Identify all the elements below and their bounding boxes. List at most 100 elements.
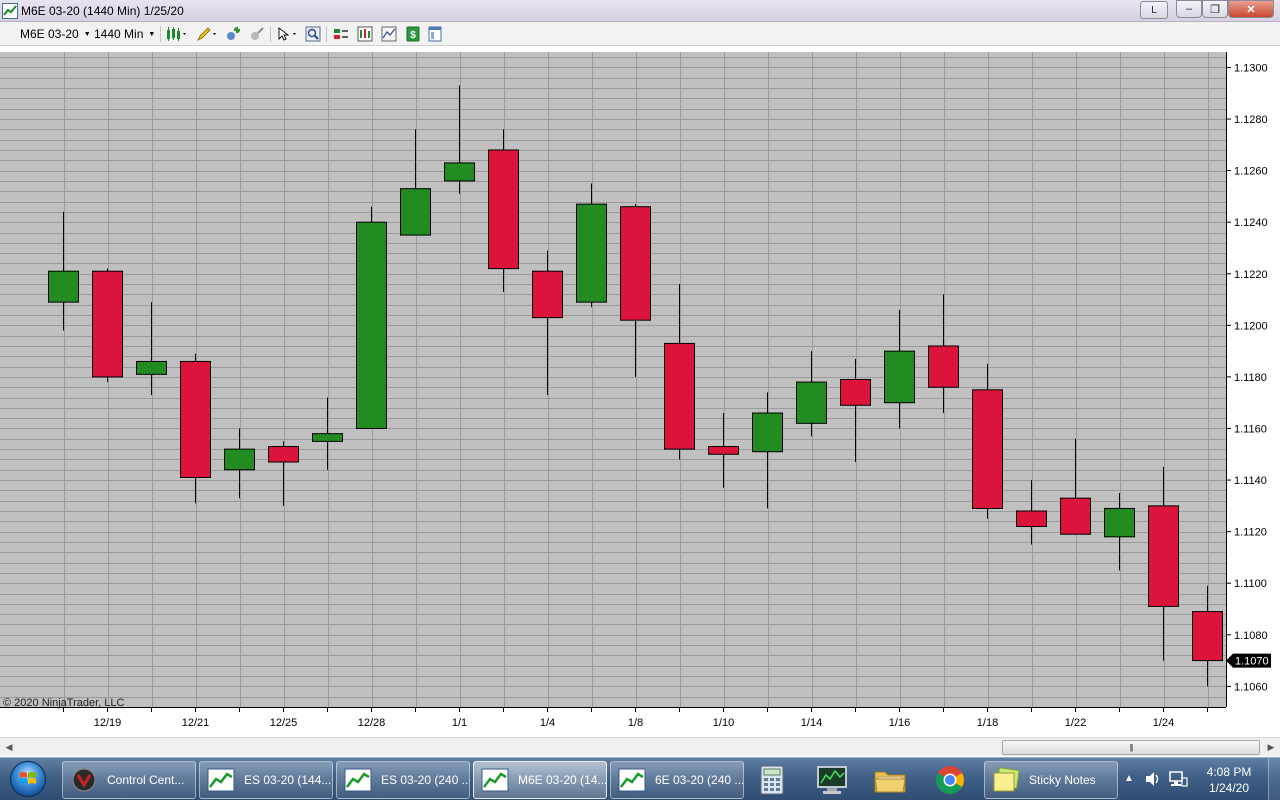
toolbar-divider bbox=[326, 26, 327, 42]
chart-scrollbar[interactable]: ◀ ||| ▶ bbox=[0, 737, 1280, 756]
instrument-selector[interactable]: M6E 03-20 ▼ bbox=[20, 25, 91, 43]
price-axis-label: 1.1300 bbox=[1234, 62, 1268, 74]
time-axis-label: 12/19 bbox=[94, 717, 122, 729]
ninjatrader-icon bbox=[69, 767, 99, 793]
chart-app-icon bbox=[2, 3, 18, 19]
taskbar-button-es-240[interactable]: ES 03-20 (240 ... bbox=[336, 761, 470, 799]
windows-logo-icon bbox=[10, 761, 46, 797]
zoom-icon[interactable] bbox=[304, 25, 322, 43]
instrument-label: M6E 03-20 bbox=[20, 27, 79, 41]
taskbar-button-label: Control Cent... bbox=[107, 773, 185, 787]
windows-taskbar: Control Cent... ES 03-20 (144... ES 03-2… bbox=[0, 757, 1280, 800]
toolbar-divider bbox=[160, 26, 161, 42]
strategy-icon[interactable] bbox=[248, 25, 266, 43]
taskbar-button-control-center[interactable]: Control Cent... bbox=[62, 761, 196, 799]
price-axis-label: 1.1200 bbox=[1234, 320, 1268, 332]
price-axis-label: 1.1120 bbox=[1234, 527, 1267, 539]
time-axis-label: 1/24 bbox=[1153, 717, 1174, 729]
add-indicator-icon[interactable] bbox=[224, 25, 242, 43]
candle-down bbox=[620, 206, 651, 321]
scroll-right-icon[interactable]: ▶ bbox=[1264, 740, 1278, 755]
chrome-icon[interactable] bbox=[920, 761, 980, 799]
candle-down bbox=[488, 149, 519, 270]
price-chart[interactable]: 1.1060 1.1080 1.1100 1.1120 1.1140 1.1160 1.11… bbox=[0, 47, 1280, 737]
candle-up bbox=[444, 162, 475, 182]
copyright-text: © 2020 NinjaTrader, LLC bbox=[3, 697, 125, 709]
candle-down bbox=[1192, 611, 1223, 662]
candle-up bbox=[796, 381, 827, 424]
candle-up bbox=[576, 203, 607, 303]
price-axis-label: 1.1080 bbox=[1234, 630, 1268, 642]
sticky-notes-icon bbox=[991, 767, 1021, 793]
candlestick-chart[interactable]: 1.1060 1.1080 1.1100 1.1120 1.1140 1.1160 1.11… bbox=[0, 47, 1280, 737]
taskbar-button-sticky-notes[interactable]: Sticky Notes bbox=[984, 761, 1118, 799]
link-button[interactable]: L bbox=[1140, 1, 1168, 19]
chart-top-margin bbox=[0, 47, 1280, 52]
chart-app-icon bbox=[343, 767, 373, 793]
candle-up bbox=[884, 350, 915, 404]
interval-label: 1440 Min bbox=[94, 27, 144, 41]
dollar-icon[interactable]: $ bbox=[404, 25, 422, 43]
title-bar: M6E 03-20 (1440 Min) 1/25/20 L – ❐ ✕ bbox=[0, 0, 1280, 22]
price-axis-label: 1.1160 bbox=[1234, 423, 1267, 435]
candle-down bbox=[1016, 510, 1047, 527]
toolbar-divider bbox=[270, 26, 271, 42]
price-axis-label: 1.1240 bbox=[1234, 217, 1268, 229]
folder-icon[interactable] bbox=[860, 761, 920, 799]
candle-down bbox=[1060, 497, 1091, 535]
chart-app-icon bbox=[206, 767, 236, 793]
interval-selector[interactable]: 1440 Min ▼ bbox=[94, 25, 155, 43]
chart-app-icon bbox=[617, 767, 647, 793]
minimize-button[interactable]: – bbox=[1176, 0, 1202, 18]
svg-text:$: $ bbox=[410, 30, 416, 41]
window-title: M6E 03-20 (1440 Min) 1/25/20 bbox=[21, 4, 184, 18]
candle-up bbox=[356, 221, 387, 429]
maximize-button[interactable]: ❐ bbox=[1202, 0, 1228, 18]
system-clock[interactable]: 4:08 PM 1/24/20 bbox=[1192, 764, 1266, 796]
time-axis-label: 1/10 bbox=[713, 717, 734, 729]
price-axis-label: 1.1220 bbox=[1234, 269, 1268, 281]
network-icon[interactable] bbox=[1168, 770, 1188, 791]
tray-overflow-icon[interactable]: ▲ bbox=[1124, 773, 1134, 784]
candle-down bbox=[708, 446, 739, 455]
candle-down bbox=[532, 270, 563, 319]
cursor-pointer-icon[interactable] bbox=[276, 25, 300, 43]
time-axis-label: 12/21 bbox=[182, 717, 210, 729]
time-axis-label: 1/1 bbox=[452, 717, 467, 729]
chart-app-icon bbox=[480, 767, 510, 793]
candle-up bbox=[48, 270, 79, 303]
calculator-icon[interactable] bbox=[742, 761, 802, 799]
taskbar-button-label: 6E 03-20 (240 ... bbox=[655, 773, 744, 787]
taskbar-button-m6e-1440[interactable]: M6E 03-20 (14... bbox=[473, 761, 607, 799]
price-axis-label: 1.1180 bbox=[1234, 372, 1267, 384]
data-box-icon[interactable] bbox=[356, 25, 374, 43]
chart-trader-icon[interactable] bbox=[332, 25, 350, 43]
properties-icon[interactable] bbox=[380, 25, 398, 43]
candle-down bbox=[972, 389, 1003, 509]
time-axis-label: 1/22 bbox=[1065, 717, 1086, 729]
time-axis-label: 12/28 bbox=[358, 717, 386, 729]
candle-down bbox=[1148, 505, 1179, 607]
chart-style-icon[interactable] bbox=[166, 25, 190, 43]
taskbar-button-es-1440[interactable]: ES 03-20 (144... bbox=[199, 761, 333, 799]
volume-icon[interactable] bbox=[1144, 770, 1162, 791]
time-axis-label: 1/16 bbox=[889, 717, 910, 729]
taskbar-button-6e-240[interactable]: 6E 03-20 (240 ... bbox=[610, 761, 744, 799]
scroll-left-icon[interactable]: ◀ bbox=[2, 740, 16, 755]
scrollbar-thumb[interactable]: ||| bbox=[1002, 740, 1260, 755]
price-axis-label: 1.1260 bbox=[1234, 166, 1268, 178]
chart-toolbar: M6E 03-20 ▼ 1440 Min ▼ $ bbox=[0, 22, 1280, 46]
task-manager-icon[interactable] bbox=[802, 761, 862, 799]
close-button[interactable]: ✕ bbox=[1228, 0, 1274, 18]
show-desktop-button[interactable] bbox=[1268, 758, 1280, 800]
chevron-down-icon: ▼ bbox=[148, 30, 156, 38]
window-layout-icon[interactable] bbox=[426, 25, 444, 43]
taskbar-button-label: M6E 03-20 (14... bbox=[518, 773, 607, 787]
drawing-tool-icon[interactable] bbox=[196, 25, 220, 43]
time-axis-label: 1/8 bbox=[628, 717, 643, 729]
candle-down bbox=[840, 379, 871, 406]
start-button[interactable] bbox=[3, 759, 53, 799]
candle-down bbox=[928, 345, 959, 388]
time-axis-label: 12/25 bbox=[270, 717, 298, 729]
candle-down bbox=[664, 342, 695, 450]
